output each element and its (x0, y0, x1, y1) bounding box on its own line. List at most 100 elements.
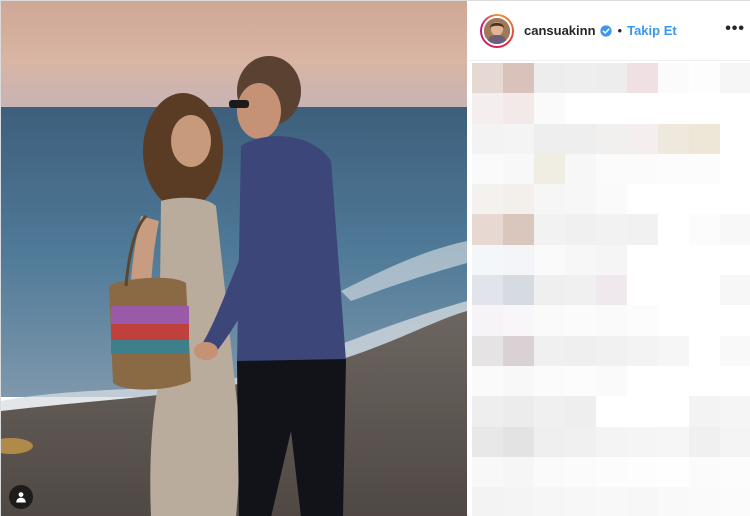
pixel-block (534, 214, 565, 245)
pixel-block (627, 93, 658, 124)
pixel-block (689, 335, 720, 366)
pixel-block (503, 275, 534, 306)
pixel-block (503, 184, 534, 215)
pixel-block (565, 123, 596, 154)
pixel-block (627, 365, 658, 397)
post-side-panel: cansuakinn • Takip Et ••• (468, 1, 750, 516)
pixel-block (534, 426, 565, 457)
post-header: cansuakinn • Takip Et ••• (468, 1, 750, 61)
pixel-block (689, 426, 720, 457)
pixel-block (720, 335, 750, 366)
pixel-block (503, 426, 534, 457)
pixel-block (565, 214, 596, 245)
pixel-block (720, 275, 750, 306)
beach-couple-photo (1, 1, 467, 516)
pixel-block (658, 214, 689, 245)
pixel-block (689, 123, 720, 154)
pixel-block (472, 214, 503, 245)
pixel-block (472, 153, 503, 185)
pixel-block (534, 93, 565, 124)
pixel-block (534, 184, 565, 215)
pixel-block (472, 365, 503, 397)
user-tag-button[interactable] (9, 485, 33, 509)
pixel-block (565, 335, 596, 366)
pixel-block (565, 184, 596, 215)
instagram-post: cansuakinn • Takip Et ••• (0, 0, 750, 516)
pixel-block (720, 93, 750, 124)
pixel-block (503, 123, 534, 154)
pixel-block (472, 275, 503, 306)
pixel-block (596, 305, 627, 336)
pixel-block (720, 123, 750, 154)
pixel-block (503, 396, 534, 427)
avatar-story-ring[interactable] (480, 13, 514, 48)
pixel-block (534, 63, 565, 94)
pixel-block (596, 184, 627, 215)
pixel-block (565, 456, 596, 488)
verified-badge-icon (599, 24, 612, 37)
pixel-block (503, 244, 534, 276)
pixel-block (534, 244, 565, 276)
pixel-block (472, 396, 503, 427)
pixel-block (627, 153, 658, 185)
pixel-block (658, 487, 689, 516)
pixel-block (658, 93, 689, 124)
pixel-block (565, 63, 596, 94)
pixel-block (627, 456, 658, 488)
pixel-block (472, 456, 503, 488)
pixel-block (472, 63, 503, 94)
more-options-icon[interactable]: ••• (725, 21, 745, 37)
pixel-block (503, 335, 534, 366)
pixel-block (658, 123, 689, 154)
follow-button[interactable]: Takip Et (627, 23, 677, 38)
pixel-block (627, 214, 658, 245)
pixel-block (720, 456, 750, 488)
pixel-block (534, 335, 565, 366)
pixel-block (658, 305, 689, 336)
pixel-block (720, 426, 750, 457)
pixel-block (472, 93, 503, 124)
pixel-block (472, 123, 503, 154)
pixel-block (596, 335, 627, 366)
pixel-block (565, 275, 596, 306)
pixelated-content (472, 63, 750, 516)
pixel-block (534, 396, 565, 427)
pixel-block (565, 153, 596, 185)
pixel-block (596, 123, 627, 154)
pixel-block (658, 153, 689, 185)
pixel-block (503, 214, 534, 245)
pixel-block (720, 244, 750, 276)
pixel-block (689, 305, 720, 336)
pixel-block (627, 426, 658, 457)
pixel-block (472, 305, 503, 336)
pixel-block (689, 487, 720, 516)
pixel-block (720, 63, 750, 94)
pixel-block (596, 275, 627, 306)
pixel-block (503, 63, 534, 94)
pixel-block (658, 456, 689, 488)
pixel-block (627, 244, 658, 276)
pixel-block (720, 153, 750, 185)
pixel-block (534, 365, 565, 397)
pixel-block (720, 487, 750, 516)
pixel-block (503, 456, 534, 488)
pixel-block (534, 487, 565, 516)
pixel-block (472, 487, 503, 516)
pixel-block (472, 335, 503, 366)
pixel-block (596, 396, 627, 427)
pixel-block (596, 93, 627, 124)
pixel-block (627, 335, 658, 366)
pixel-block (565, 426, 596, 457)
pixel-block (596, 365, 627, 397)
pixel-block (627, 63, 658, 94)
pixel-block (565, 396, 596, 427)
pixel-block (596, 426, 627, 457)
pixel-block (689, 93, 720, 124)
pixel-block (472, 184, 503, 215)
pixel-block (534, 123, 565, 154)
pixel-block (596, 63, 627, 94)
username-link[interactable]: cansuakinn (524, 23, 596, 38)
post-photo[interactable] (1, 1, 467, 516)
pixel-block (720, 305, 750, 336)
pixel-block (596, 487, 627, 516)
